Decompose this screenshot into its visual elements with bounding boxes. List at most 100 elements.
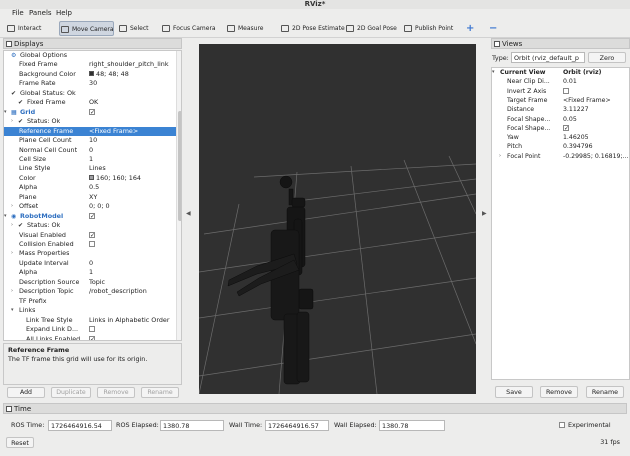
property-row[interactable]: All Links Enabled [4,335,176,340]
displays-scroll-thumb[interactable] [178,111,181,221]
3d-viewport[interactable] [199,44,476,394]
checkbox[interactable] [89,241,95,247]
views-tree[interactable]: ▾ Current View Orbit (rviz) Near Clip Di...… [491,67,630,380]
ros-time-field[interactable]: 1726464916.54 [48,420,112,431]
expand-arrow-icon[interactable]: ▾ [4,212,7,221]
property-value[interactable]: 30 [89,79,175,88]
expand-arrow-icon[interactable]: › [499,152,501,161]
property-value[interactable] [89,240,175,249]
property-row[interactable]: ▾ Links [4,306,176,315]
view-property-value[interactable]: 3.11227 [563,105,629,114]
wall-time-field[interactable]: 1726464916.57 [265,420,329,431]
property-value[interactable]: <Fixed Frame> [89,127,175,136]
displays-tree[interactable]: ⚙ Global Options Fixed Frame right_shoulder… [3,50,182,341]
view-property-value[interactable]: Orbit (rviz) [563,68,629,77]
view-property-row[interactable]: Near Clip Di... 0.01 [492,77,629,86]
property-row[interactable]: Cell Size 1 [4,155,176,164]
property-value[interactable] [89,335,175,340]
property-row[interactable]: › ✔ Status: Ok [4,221,176,230]
property-value[interactable] [89,325,175,334]
expand-arrow-icon[interactable]: › [11,287,13,296]
property-value[interactable]: 160; 160; 164 [89,174,175,183]
view-property-row[interactable]: ▾ Current View Orbit (rviz) [492,68,629,77]
property-row[interactable]: Fixed Frame right_shoulder_pitch_link [4,60,176,69]
tool-publish-point[interactable]: Publish Point [403,21,458,36]
expand-arrow-icon[interactable]: ▾ [11,306,14,315]
property-value[interactable]: right_shoulder_pitch_link [89,60,175,69]
property-row[interactable]: ✔ Fixed Frame OK [4,98,176,107]
expand-arrow-icon[interactable]: › [11,202,13,211]
property-row[interactable]: Alpha 0.5 [4,183,176,192]
reset-button[interactable]: Reset [6,437,34,448]
property-row[interactable]: Plane Cell Count 10 [4,136,176,145]
view-property-row[interactable]: Focal Shape... 0.05 [492,115,629,124]
rename-view-button[interactable]: Rename [586,386,624,398]
property-row[interactable]: › Description Topic/robot_description [4,287,176,296]
property-value[interactable]: OK [89,98,175,107]
displays-scrollbar[interactable] [176,51,181,340]
property-row[interactable]: Alpha 1 [4,268,176,277]
property-value[interactable]: /robot_description [89,287,175,296]
property-value[interactable]: 1 [89,268,175,277]
viewport-scene[interactable] [199,44,476,394]
property-row[interactable]: ▾ ▦ Grid [4,108,176,117]
view-property-value[interactable] [563,87,629,96]
property-value[interactable]: Topic [89,278,175,287]
wall-elapsed-field[interactable]: 1380.78 [379,420,445,431]
property-row[interactable]: Expand Link D... [4,325,176,334]
checkbox[interactable] [563,87,569,94]
add-tool-icon[interactable]: + [466,21,474,36]
property-row[interactable]: Reference Frame <Fixed Frame> [4,126,176,137]
property-row[interactable]: TF Prefix [4,297,176,306]
view-property-row[interactable]: Yaw 1.46205 [492,133,629,142]
view-property-value[interactable] [563,124,629,133]
view-property-row[interactable]: Target Frame <Fixed Frame> [492,96,629,105]
menu-file[interactable]: File [12,9,24,18]
property-row[interactable]: Description Source Topic [4,278,176,287]
remove-tool-icon[interactable]: − [489,21,497,36]
expand-arrow-icon[interactable]: ▾ [4,108,7,117]
view-property-value[interactable]: 1.46205 [563,133,629,142]
property-value[interactable] [89,108,175,117]
property-value[interactable]: 1 [89,155,175,164]
property-value[interactable]: 10 [89,136,175,145]
checkbox[interactable] [89,212,95,221]
property-row[interactable]: Visual Enabled [4,231,176,240]
property-row[interactable]: Normal Cell Count 0 [4,146,176,155]
property-row[interactable]: Collision Enabled [4,240,176,249]
duplicate-display-button[interactable]: Duplicate [51,387,91,398]
property-value[interactable]: Links in Alphabetic Order [89,316,175,325]
view-property-value[interactable]: -0.29985; 0.16819;... [563,152,629,161]
property-row[interactable]: Line Style Lines [4,164,176,173]
view-property-row[interactable]: Pitch 0.394796 [492,142,629,151]
save-view-button[interactable]: Save [495,386,533,398]
experimental-checkbox[interactable] [559,422,565,428]
menu-help[interactable]: Help [56,9,72,18]
view-property-value[interactable]: <Fixed Frame> [563,96,629,105]
tool-2d-goal-pose[interactable]: 2D Goal Pose [345,21,397,36]
checkbox[interactable] [89,335,95,340]
property-row[interactable]: Update Interval 0 [4,259,176,268]
view-property-value[interactable]: 0.01 [563,77,629,86]
view-property-row[interactable]: Invert Z Axis [492,87,629,96]
view-type-select[interactable]: Orbit (rviz_default_p [511,52,585,63]
tool-select[interactable]: Select [118,21,155,36]
property-row[interactable]: Color 160; 160; 164 [4,174,176,183]
property-value[interactable]: 48; 48; 48 [89,70,175,79]
property-value[interactable]: 0; 0; 0 [89,202,175,211]
property-value[interactable]: 0 [89,146,175,155]
expand-arrow-icon[interactable]: › [11,221,13,230]
property-value[interactable]: XY [89,193,175,202]
remove-view-button[interactable]: Remove [540,386,578,398]
checkbox[interactable] [89,326,95,333]
menu-panels[interactable]: Panels [29,9,52,18]
property-row[interactable]: Background Color 48; 48; 48 [4,70,176,79]
view-property-value[interactable]: 0.394796 [563,142,629,151]
property-row[interactable]: Frame Rate 30 [4,79,176,88]
tool-measure[interactable]: Measure [226,21,274,36]
property-row[interactable]: › Offset 0; 0; 0 [4,202,176,211]
tool-focus-camera[interactable]: Focus Camera [161,21,219,36]
zero-button[interactable]: Zero [588,52,626,63]
expand-arrow-icon[interactable]: › [11,117,13,126]
tool-2d-pose-estimate[interactable]: 2D Pose Estimate [280,21,345,36]
